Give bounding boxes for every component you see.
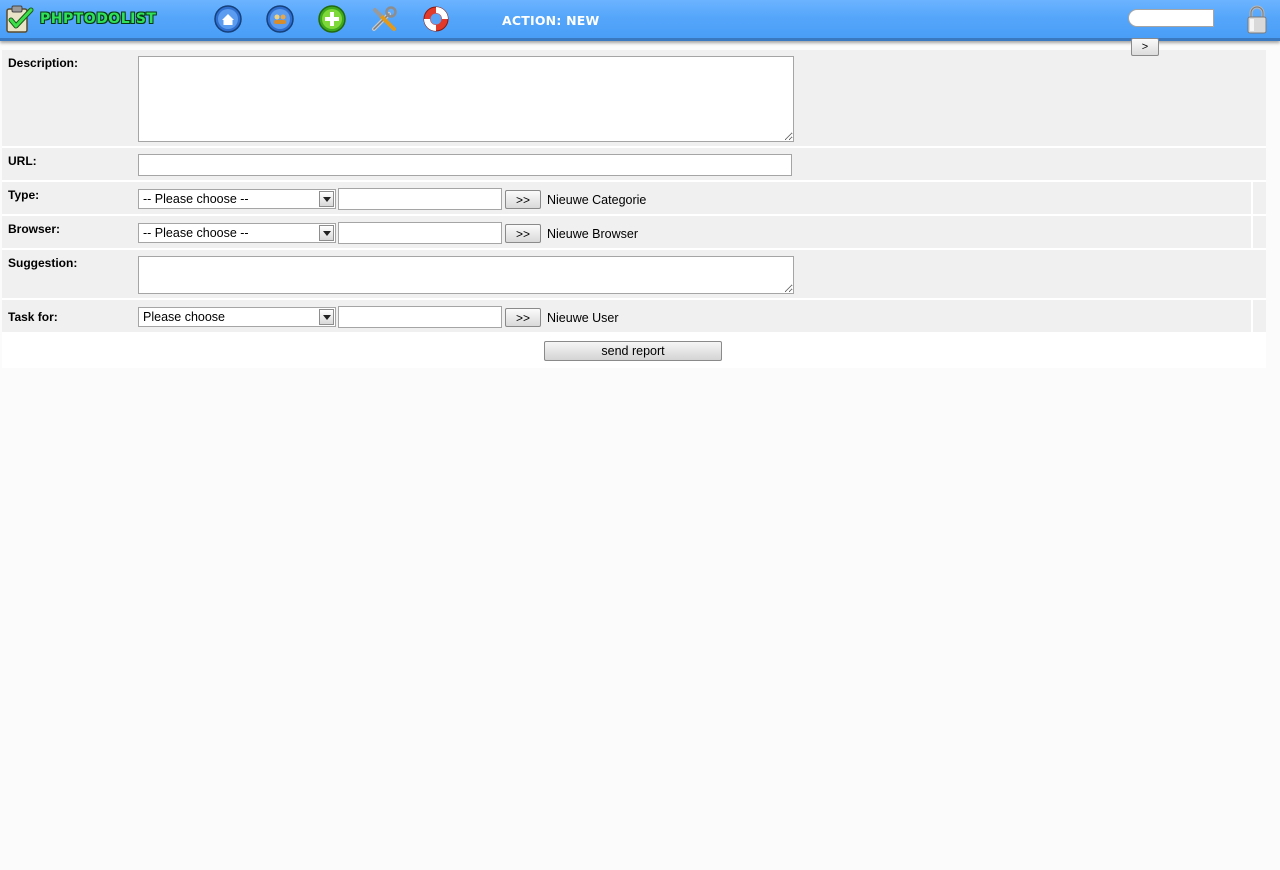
suggestion-label: Suggestion: bbox=[8, 256, 78, 270]
task-for-select-value: Please choose bbox=[143, 310, 226, 324]
chevron-down-icon bbox=[319, 191, 334, 207]
browser-row: Browser: -- Please choose -- >> Nieuwe B… bbox=[2, 216, 1266, 248]
url-row: URL: bbox=[2, 148, 1266, 180]
suggestion-textarea[interactable] bbox=[138, 256, 794, 294]
type-select[interactable]: -- Please choose -- bbox=[138, 189, 336, 209]
home-icon[interactable] bbox=[213, 4, 243, 34]
task-for-select[interactable]: Please choose bbox=[138, 307, 336, 327]
browser-select[interactable]: -- Please choose -- bbox=[138, 223, 336, 243]
add-browser-button[interactable]: >> bbox=[505, 224, 541, 243]
chevron-down-icon bbox=[319, 225, 334, 241]
chevron-down-icon bbox=[319, 309, 334, 325]
description-row: Description: bbox=[2, 50, 1266, 146]
tools-icon[interactable] bbox=[369, 4, 399, 34]
url-input[interactable] bbox=[138, 154, 792, 176]
page-action-title: ACTION: NEW bbox=[502, 13, 600, 28]
type-row: Type: -- Please choose -- >> Nieuwe Cate… bbox=[2, 182, 1266, 214]
help-icon[interactable] bbox=[421, 4, 451, 34]
type-select-value: -- Please choose -- bbox=[143, 192, 249, 206]
new-user-input[interactable] bbox=[338, 306, 502, 328]
search-input[interactable] bbox=[1128, 9, 1214, 27]
app-logo[interactable]: PHPTODOLIST bbox=[4, 3, 156, 35]
new-browser-input[interactable] bbox=[338, 222, 502, 244]
send-report-button[interactable]: send report bbox=[544, 341, 722, 361]
clipboard-check-icon bbox=[4, 4, 34, 34]
task-for-row: Task for: Please choose >> Nieuwe User bbox=[2, 300, 1266, 332]
browser-select-value: -- Please choose -- bbox=[143, 226, 249, 240]
type-label: Type: bbox=[8, 188, 40, 202]
description-textarea[interactable] bbox=[138, 56, 794, 142]
description-label: Description: bbox=[8, 56, 79, 70]
new-category-label: Nieuwe Categorie bbox=[547, 193, 647, 207]
search-submit-button[interactable]: > bbox=[1131, 38, 1159, 56]
url-label: URL: bbox=[8, 154, 37, 168]
new-task-form: Description: URL: Type: -- Please choose… bbox=[2, 50, 1266, 368]
new-browser-label: Nieuwe Browser bbox=[547, 227, 639, 241]
lock-icon[interactable] bbox=[1246, 5, 1268, 34]
logo-text: PHPTODOLIST bbox=[40, 11, 157, 27]
new-user-label: Nieuwe User bbox=[547, 311, 619, 325]
add-user-button[interactable]: >> bbox=[505, 308, 541, 327]
users-icon[interactable] bbox=[265, 4, 295, 34]
add-category-button[interactable]: >> bbox=[505, 190, 541, 209]
add-icon[interactable] bbox=[317, 4, 347, 34]
suggestion-row: Suggestion: bbox=[2, 250, 1266, 298]
task-for-label: Task for: bbox=[8, 310, 58, 324]
top-navigation-bar: PHPTODOLIST ACTION: NEW bbox=[0, 0, 1280, 41]
browser-label: Browser: bbox=[8, 222, 61, 236]
new-category-input[interactable] bbox=[338, 188, 502, 210]
